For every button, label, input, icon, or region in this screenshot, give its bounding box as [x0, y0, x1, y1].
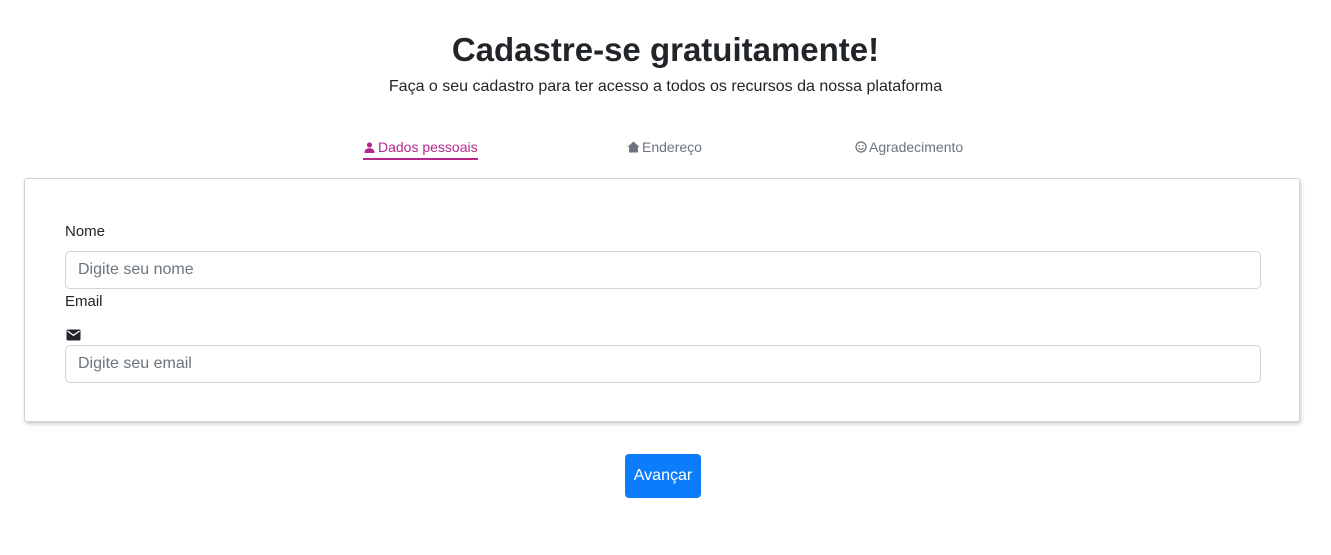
page-header: Cadastre-se gratuitamente! Faça o seu ca… — [0, 28, 1331, 98]
mail-icon — [66, 328, 81, 341]
step-agradecimento[interactable]: Agradecimento — [854, 137, 963, 158]
page-subtitle: Faça o seu cadastro para ter acesso a to… — [388, 78, 943, 95]
form-card: Nome Email — [24, 178, 1300, 422]
email-label: Email — [65, 293, 103, 310]
step-endereco[interactable]: Endereço — [627, 137, 702, 158]
step-label: Endereço — [642, 139, 702, 155]
signup-page: Cadastre-se gratuitamente! Faça o seu ca… — [0, 0, 1331, 555]
step-tabs: Dados pessoais Endereço Agradecimento — [0, 137, 1331, 161]
page-title: Cadastre-se gratuitamente! — [451, 31, 880, 68]
person-icon — [363, 141, 376, 154]
step-dados-pessoais[interactable]: Dados pessoais — [363, 137, 478, 160]
smiley-icon — [854, 141, 867, 154]
step-label: Agradecimento — [869, 139, 964, 155]
email-input[interactable] — [65, 345, 1261, 383]
name-label: Nome — [65, 223, 106, 240]
home-icon — [627, 141, 640, 154]
name-input[interactable] — [65, 251, 1261, 289]
next-button[interactable]: Avançar — [625, 454, 701, 498]
step-label: Dados pessoais — [378, 139, 478, 155]
